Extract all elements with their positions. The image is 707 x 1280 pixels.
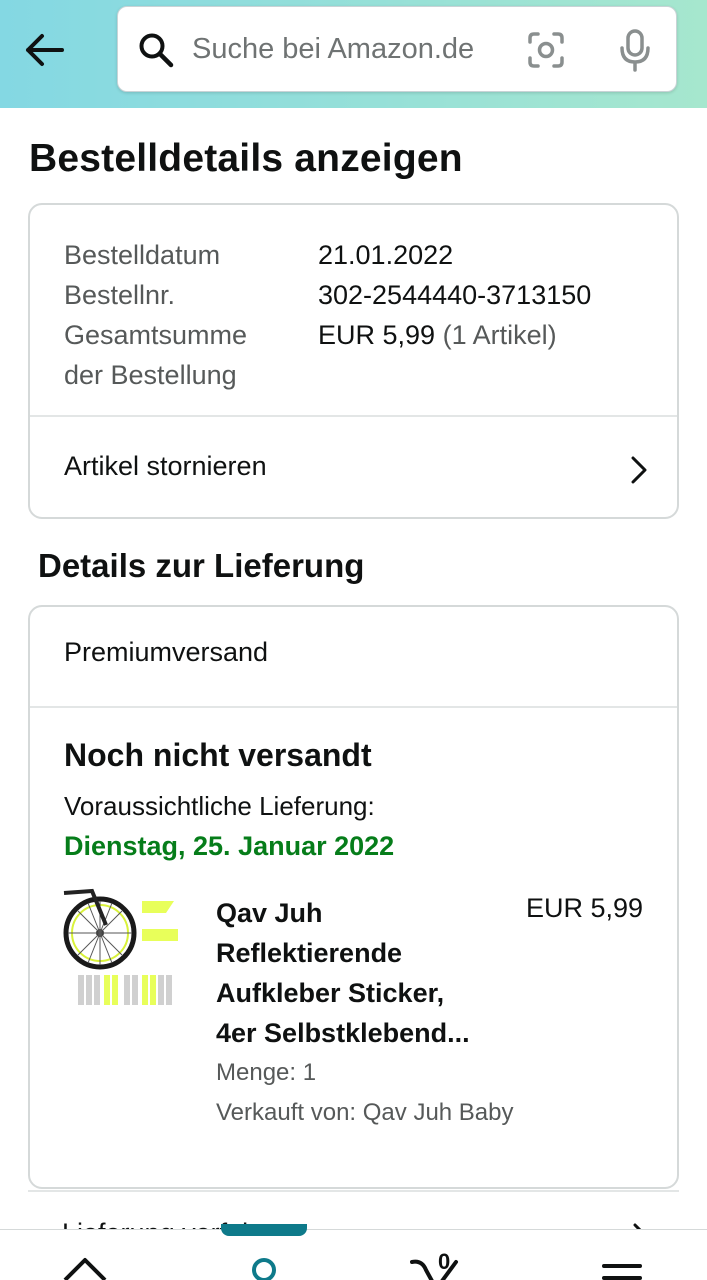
delivery-card: Premiumversand Noch nicht versandt Vorau… xyxy=(28,605,679,1189)
nav-home[interactable] xyxy=(35,1230,135,1280)
product-title-line: 4er Selbstklebend... xyxy=(216,1018,470,1048)
order-info: Bestelldatum 21.01.2022 Bestellnr. 302-2… xyxy=(64,235,591,395)
nav-menu[interactable] xyxy=(572,1230,672,1280)
mic-icon[interactable] xyxy=(618,28,652,72)
delivery-section-title: Details zur Lieferung xyxy=(38,547,365,584)
shipment-status: Noch nicht versandt xyxy=(64,737,372,773)
order-total-value: EUR 5,99 xyxy=(318,320,436,350)
account-icon xyxy=(252,1258,276,1280)
order-number-value: 302-2544440-3713150 xyxy=(318,280,592,310)
track-package-row[interactable]: Lieferung verfolgen xyxy=(28,1190,679,1230)
divider xyxy=(30,415,677,417)
camera-icon[interactable] xyxy=(527,31,565,69)
order-item-count: (1 Artikel) xyxy=(442,320,557,350)
product-title-line: Reflektierende xyxy=(216,938,403,968)
product-seller: Verkauft von: Qav Juh Baby xyxy=(216,1099,514,1126)
order-number-label: Bestellnr. xyxy=(64,280,176,310)
expected-delivery-date: Dienstag, 25. Januar 2022 xyxy=(64,831,395,861)
product-title-link[interactable]: Qav Juh Reflektierende Aufkleber Sticker… xyxy=(216,893,516,1053)
product-price: EUR 5,99 xyxy=(525,893,643,923)
search-icon xyxy=(139,33,174,68)
product-title-line: Aufkleber Sticker, xyxy=(216,978,445,1008)
page-title: Bestelldetails anzeigen xyxy=(29,137,463,180)
product-title-line: Qav Juh xyxy=(216,898,323,928)
menu-icon xyxy=(602,1264,642,1280)
divider xyxy=(30,706,677,708)
expected-delivery-label: Voraussichtliche Lieferung: xyxy=(64,791,375,821)
product-image[interactable] xyxy=(62,887,182,1017)
search-box[interactable] xyxy=(117,6,677,92)
product-quantity: Menge: 1 xyxy=(216,1059,317,1086)
order-total-label-line2: der Bestellung xyxy=(64,360,237,390)
back-arrow-icon xyxy=(26,34,64,66)
top-bar xyxy=(0,0,707,108)
cancel-items-label: Artikel stornieren xyxy=(64,451,267,481)
chevron-right-icon xyxy=(631,456,647,484)
order-total-label-line1: Gesamtsumme xyxy=(64,320,248,350)
order-date-label: Bestelldatum xyxy=(64,240,221,270)
bottom-navigation: 0 xyxy=(0,1224,707,1280)
order-date-value: 21.01.2022 xyxy=(318,240,454,270)
back-button[interactable] xyxy=(18,24,70,76)
nav-account[interactable] xyxy=(214,1230,314,1280)
search-input[interactable] xyxy=(192,23,512,75)
cancel-items-row[interactable]: Artikel stornieren xyxy=(30,419,677,517)
cart-count-badge: 0 xyxy=(438,1249,451,1274)
shipping-method: Premiumversand xyxy=(64,637,269,667)
home-icon xyxy=(63,1258,107,1280)
order-summary-card: Bestelldatum 21.01.2022 Bestellnr. 302-2… xyxy=(28,203,679,519)
